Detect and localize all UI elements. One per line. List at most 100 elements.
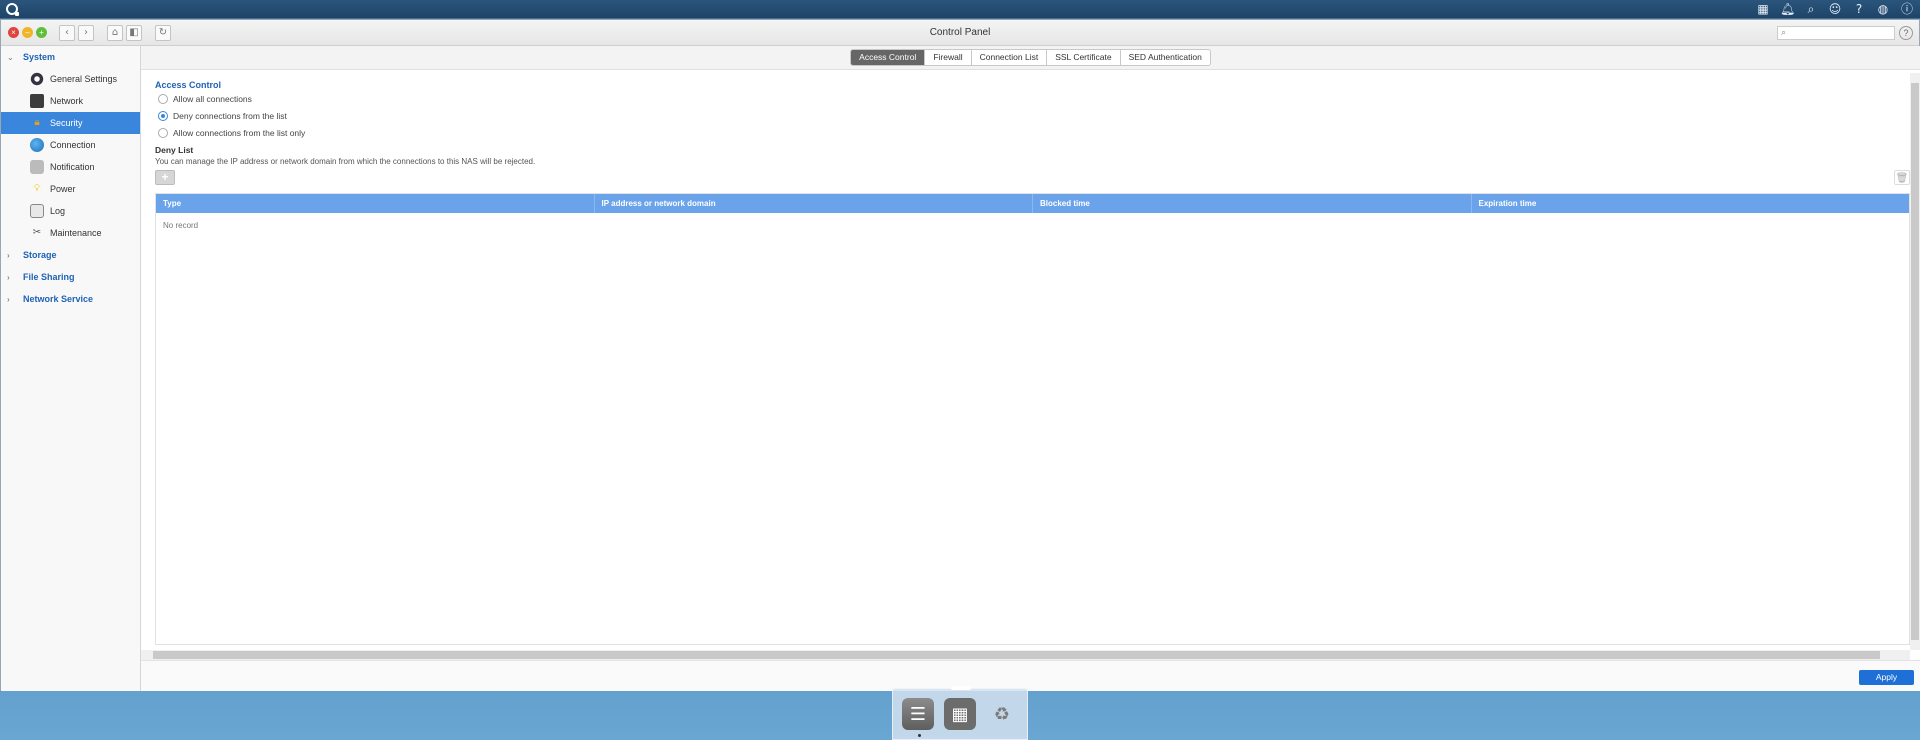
footer-bar: Apply <box>141 660 1920 691</box>
section-title: Access Control <box>155 80 222 90</box>
tab-ssl-certificate[interactable]: SSL Certificate <box>1047 50 1121 65</box>
lock-icon: 🔒︎ <box>34 117 40 128</box>
control-panel-dock-icon[interactable]: ☰ <box>902 698 934 730</box>
chevron-right-icon: › <box>7 272 10 282</box>
qts-logo-icon[interactable] <box>6 3 19 16</box>
tab-group: Access Control Firewall Connection List … <box>850 49 1211 66</box>
sidebar-item-label: Power <box>50 184 76 194</box>
deny-list-table: Type IP address or network domain Blocke… <box>155 193 1910 645</box>
chevron-down-icon: ⌄ <box>7 52 14 62</box>
os-status-icons: ▦ 🔔︎ ⌕ ☺ ? ◍ ⓘ <box>1756 2 1914 16</box>
sidebar-item-connection[interactable]: Connection <box>1 134 140 156</box>
tab-access-control[interactable]: Access Control <box>851 50 926 65</box>
apps-grid-dock-icon[interactable]: ▦ <box>944 698 976 730</box>
globe-icon <box>30 138 44 152</box>
tab-sed-authentication[interactable]: SED Authentication <box>1121 50 1210 65</box>
apply-button[interactable]: Apply <box>1859 670 1914 685</box>
radio-button[interactable] <box>158 127 168 138</box>
maximize-icon[interactable]: + <box>36 27 47 38</box>
globe-icon[interactable]: ◍ <box>1876 2 1890 16</box>
dock-handle[interactable] <box>951 686 971 690</box>
sidebar-item-network[interactable]: Network <box>1 90 140 112</box>
radio-label: Allow connections from the list only <box>173 127 306 138</box>
sidebar-group-label: System <box>23 52 56 62</box>
apps-grid-icon[interactable]: ▦ <box>1756 2 1770 16</box>
window-titlebar: × – + ‹ › ⌂ ◧ ↻ Control Panel ⌕ ? <box>1 20 1919 46</box>
help-icon[interactable]: ? <box>1899 26 1913 40</box>
sidebar-item-label: Notification <box>50 162 95 172</box>
deny-list-toolbar: + 🗑︎ <box>155 170 1910 192</box>
search-icon[interactable]: ⌕ <box>1804 2 1818 16</box>
radio-button[interactable] <box>158 93 168 104</box>
sidebar-group-label: File Sharing <box>23 272 75 282</box>
column-header-expiration-time[interactable]: Expiration time <box>1472 194 1910 213</box>
sidebar-group-system[interactable]: ⌄ System <box>1 46 140 68</box>
sidebar-item-label: Security <box>50 118 83 128</box>
main-panel: Access Control Firewall Connection List … <box>141 46 1920 691</box>
recycle-bin-dock-icon[interactable]: ♻ <box>986 698 1018 730</box>
empty-state: No record <box>163 221 199 230</box>
tab-connection-list[interactable]: Connection List <box>972 50 1048 65</box>
sidebar-toggle-icon[interactable]: ◧ <box>126 24 142 41</box>
sidebar-item-label: General Settings <box>50 74 118 84</box>
sidebar-item-label: Connection <box>50 140 96 150</box>
deny-list-title: Deny List <box>155 145 194 155</box>
gear-icon <box>30 72 44 86</box>
back-icon[interactable]: ‹ <box>59 24 75 41</box>
sidebar-group-file-sharing[interactable]: › File Sharing <box>1 266 140 288</box>
sidebar-group-network-service[interactable]: › Network Service <box>1 288 140 310</box>
bell-icon[interactable]: 🔔︎ <box>1780 2 1795 16</box>
vertical-scrollbar[interactable] <box>1910 73 1920 650</box>
dock: ☰ ▦ ♻ <box>892 686 1028 740</box>
sidebar-item-notification[interactable]: Notification <box>1 156 140 178</box>
radio-allow-list-only[interactable]: Allow connections from the list only <box>155 124 1910 141</box>
access-control-content: Access Control Allow all connections Den… <box>155 73 1910 651</box>
column-header-ip[interactable]: IP address or network domain <box>595 194 1033 213</box>
deny-list-description: You can manage the IP address or network… <box>155 157 536 166</box>
sidebar-group-storage[interactable]: › Storage <box>1 244 140 266</box>
sidebar-item-label: Network <box>50 96 84 106</box>
column-header-type[interactable]: Type <box>156 194 595 213</box>
sidebar-item-label: Maintenance <box>50 228 102 238</box>
window-title: Control Panel <box>929 27 991 38</box>
radio-label: Deny connections from the list <box>173 110 287 121</box>
chevron-right-icon: › <box>7 294 10 304</box>
sidebar-item-security[interactable]: 🔒︎ Security <box>1 112 140 134</box>
network-icon <box>30 94 44 108</box>
sidebar-item-general-settings[interactable]: General Settings <box>1 68 140 90</box>
os-top-bar: ▦ 🔔︎ ⌕ ☺ ? ◍ ⓘ <box>0 0 1920 18</box>
column-header-blocked-time[interactable]: Blocked time <box>1033 194 1472 213</box>
notification-icon <box>30 160 44 174</box>
log-icon <box>30 204 44 218</box>
tools-icon: ✂ <box>32 227 42 238</box>
help-icon[interactable]: ? <box>1852 2 1866 16</box>
tab-firewall[interactable]: Firewall <box>925 50 972 65</box>
sidebar-item-maintenance[interactable]: ✂ Maintenance <box>1 222 140 244</box>
search-input[interactable]: ⌕ <box>1777 26 1895 40</box>
window-controls: × – + <box>8 27 47 38</box>
trash-icon[interactable]: 🗑︎ <box>1894 170 1910 185</box>
sidebar-group-label: Storage <box>23 250 57 260</box>
horizontal-scrollbar[interactable] <box>141 650 1910 660</box>
home-icon[interactable]: ⌂ <box>107 24 123 41</box>
minimize-icon[interactable]: – <box>22 27 33 38</box>
forward-icon[interactable]: › <box>78 24 94 41</box>
running-indicator <box>918 734 921 737</box>
user-icon[interactable]: ☺ <box>1828 2 1842 16</box>
search-icon: ⌕ <box>1781 28 1787 38</box>
radio-button[interactable] <box>158 110 168 121</box>
radio-deny-list[interactable]: Deny connections from the list <box>155 107 1910 124</box>
nav-buttons: ‹ › ⌂ ◧ ↻ <box>59 24 171 41</box>
bulb-icon: 💡︎ <box>33 183 41 194</box>
refresh-icon[interactable]: ↻ <box>155 24 171 41</box>
info-icon[interactable]: ⓘ <box>1900 2 1914 16</box>
sidebar-item-power[interactable]: 💡︎ Power <box>1 178 140 200</box>
sidebar-item-log[interactable]: Log <box>1 200 140 222</box>
sidebar: ⌄ System General Settings Network 🔒︎ Sec… <box>1 46 141 691</box>
chevron-right-icon: › <box>7 250 10 260</box>
control-panel-window: × – + ‹ › ⌂ ◧ ↻ Control Panel ⌕ ? ⌄ Syst… <box>0 19 1920 691</box>
close-icon[interactable]: × <box>8 27 19 38</box>
tab-bar: Access Control Firewall Connection List … <box>141 46 1920 70</box>
add-button[interactable]: + <box>155 170 175 185</box>
radio-allow-all[interactable]: Allow all connections <box>155 90 1910 107</box>
